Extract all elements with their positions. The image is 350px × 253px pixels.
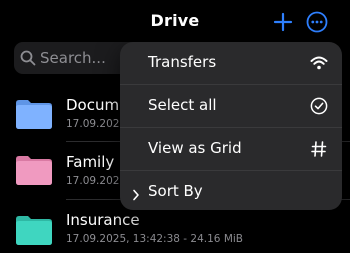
- drive-screen: Drive Search... Documents 17.09.2025 Fam…: [0, 0, 350, 253]
- file-name: Family: [66, 153, 115, 171]
- file-meta: 17.09.2025: [66, 175, 127, 187]
- plus-icon[interactable]: [272, 11, 294, 33]
- menu-item-transfers[interactable]: Transfers: [120, 42, 342, 84]
- menu-item-sort-by[interactable]: Sort By: [120, 171, 342, 210]
- file-meta: 17.09.2025: [66, 118, 127, 130]
- wifi-icon: [310, 54, 328, 72]
- checkmark-circle-icon: [310, 97, 328, 115]
- page-title: Drive: [150, 11, 200, 30]
- menu-item-label: Sort By: [148, 182, 203, 200]
- ellipsis-circle-icon[interactable]: [306, 11, 328, 33]
- search-icon: [20, 50, 36, 66]
- folder-icon: [14, 98, 54, 130]
- folder-icon: [14, 154, 54, 186]
- menu-item-label: Transfers: [148, 53, 217, 71]
- navigation-bar: Drive: [0, 0, 350, 44]
- menu-item-select-all[interactable]: Select all: [120, 85, 342, 127]
- grid-hash-icon: [310, 140, 328, 158]
- folder-icon: [14, 214, 54, 246]
- menu-item-view-as-grid[interactable]: View as Grid: [120, 128, 342, 170]
- menu-item-label: Select all: [148, 96, 217, 114]
- file-name: Insurance: [66, 211, 140, 229]
- context-menu: Transfers Select all View as Grid Sort B…: [120, 42, 342, 210]
- menu-item-label: View as Grid: [148, 139, 242, 157]
- file-meta: 17.09.2025, 13:42:38 - 24.16 MiB: [66, 233, 243, 245]
- chevron-right-icon: [132, 186, 140, 201]
